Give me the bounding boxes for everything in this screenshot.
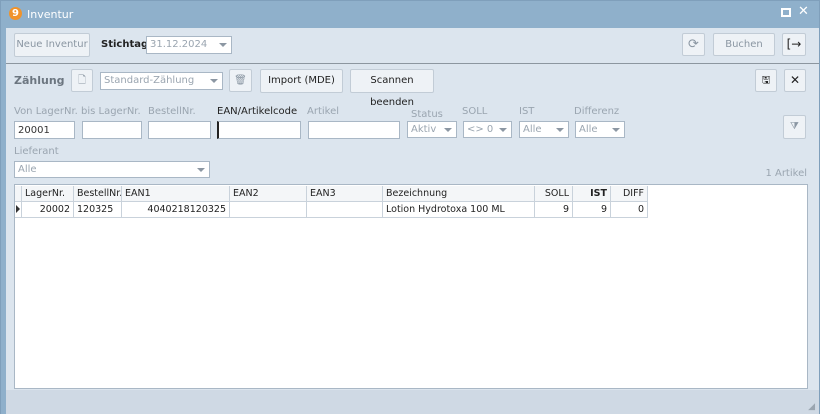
inventory-table[interactable]: LagerNr. BestellNr. EAN1 EAN2 EAN3 Bezei… xyxy=(14,184,808,389)
header-bestellnr[interactable]: BestellNr. xyxy=(74,186,122,202)
refresh-icon: ⟳ xyxy=(688,37,699,52)
count-type-select[interactable]: Standard-Zählung xyxy=(100,72,223,90)
chevron-down-icon xyxy=(219,43,227,47)
status-select[interactable]: Aktiv xyxy=(407,121,457,138)
separator xyxy=(6,63,819,64)
cell-ean3 xyxy=(307,202,383,218)
cell-ean1: 4040218120325 xyxy=(122,202,230,218)
header-ist[interactable]: IST xyxy=(573,186,611,202)
status-label: Status xyxy=(411,109,443,120)
cell-soll: 9 xyxy=(535,202,573,218)
lieferant-label: Lieferant xyxy=(14,146,59,157)
cell-diff: 0 xyxy=(611,202,648,218)
stichtag-value: 31.12.2024 xyxy=(150,39,208,50)
inventur-window: 9 Inventur ✕ Neue Inventur Stichtag: 31.… xyxy=(0,0,820,414)
header-diff[interactable]: DIFF xyxy=(611,186,648,202)
header-lagernr[interactable]: LagerNr. xyxy=(22,186,74,202)
count-type-value: Standard-Zählung xyxy=(104,75,195,86)
left-edge xyxy=(1,28,6,414)
bestellnr-input[interactable] xyxy=(148,121,211,139)
lieferant-select[interactable]: Alle xyxy=(14,161,210,178)
ean-label: EAN/Artikelcode xyxy=(217,106,298,117)
differenz-select[interactable]: Alle xyxy=(575,121,625,138)
count-label: Zählung xyxy=(14,74,65,87)
differenz-value: Alle xyxy=(579,124,598,135)
header-bezeichnung[interactable]: Bezeichnung xyxy=(383,186,535,202)
ist-value: Alle xyxy=(523,124,542,135)
soll-label: SOLL xyxy=(462,106,488,117)
lieferant-value: Alle xyxy=(18,164,37,175)
von-lagernr-label: Von LagerNr. xyxy=(14,106,78,117)
ist-label: IST xyxy=(519,106,535,117)
close-count-button[interactable]: ✕ xyxy=(784,69,806,92)
header-ean2[interactable]: EAN2 xyxy=(230,186,307,202)
stichtag-label: Stichtag: xyxy=(101,39,153,50)
chevron-down-icon xyxy=(612,128,620,132)
book-button[interactable]: Buchen xyxy=(713,33,775,56)
resize-grip-icon[interactable]: ◢ xyxy=(808,402,815,412)
new-document-icon: 🗋 xyxy=(77,75,87,86)
app-logo: 9 xyxy=(9,7,22,20)
new-count-button[interactable]: 🗋 xyxy=(71,69,93,92)
differenz-label: Differenz xyxy=(574,106,620,117)
close-icon: ✕ xyxy=(789,73,801,87)
cell-ist[interactable]: 9 xyxy=(573,202,611,218)
maximize-icon[interactable] xyxy=(781,8,791,17)
ist-select[interactable]: Alle xyxy=(519,121,569,138)
clear-filter-button[interactable]: ⧩ xyxy=(783,115,806,139)
exit-button[interactable]: [→ xyxy=(782,33,806,56)
new-inventory-button[interactable]: Neue Inventur xyxy=(14,33,90,57)
stichtag-date-picker[interactable]: 31.12.2024 xyxy=(146,36,232,54)
header-soll[interactable]: SOLL xyxy=(535,186,573,202)
filter-clear-icon: ⧩ xyxy=(790,121,799,132)
row-indicator-header xyxy=(15,186,22,202)
trash-icon: 🗑 xyxy=(234,75,247,86)
ean-input[interactable] xyxy=(217,121,301,139)
chevron-down-icon xyxy=(444,128,452,132)
article-count: 1 Artikel xyxy=(765,168,807,179)
bestellnr-label: BestellNr. xyxy=(148,106,196,117)
import-mde-button[interactable]: Import (MDE) xyxy=(260,69,343,93)
cell-bestellnr: 120325 xyxy=(74,202,122,218)
cell-ean2 xyxy=(230,202,307,218)
bis-lagernr-input[interactable] xyxy=(82,121,142,139)
chevron-down-icon xyxy=(556,128,564,132)
refresh-button[interactable]: ⟳ xyxy=(682,33,705,56)
close-window-icon[interactable]: ✕ xyxy=(798,4,809,19)
chevron-down-icon xyxy=(499,128,507,132)
chevron-down-icon xyxy=(210,79,218,83)
artikel-input[interactable] xyxy=(308,121,400,139)
row-indicator-icon xyxy=(15,202,22,218)
von-lagernr-input[interactable]: 20001 xyxy=(14,121,75,139)
cell-bezeichnung: Lotion Hydrotoxa 100 ML xyxy=(383,202,535,218)
header-ean1[interactable]: EAN1 xyxy=(122,186,230,202)
soll-value: <> 0 xyxy=(467,124,494,135)
exit-icon: [→ xyxy=(786,37,802,51)
cell-lagernr: 20002 xyxy=(22,202,74,218)
save-button[interactable]: 🖫 xyxy=(755,69,777,92)
header-ean3[interactable]: EAN3 xyxy=(307,186,383,202)
status-bar: ◢ xyxy=(6,390,819,414)
artikel-label: Artikel xyxy=(307,106,340,117)
title-bar: 9 Inventur ✕ xyxy=(1,1,819,28)
delete-count-button[interactable]: 🗑 xyxy=(229,69,252,92)
soll-select[interactable]: <> 0 xyxy=(463,121,512,138)
chevron-down-icon xyxy=(197,168,205,172)
window-title: Inventur xyxy=(27,8,74,21)
status-value: Aktiv xyxy=(411,124,437,135)
stop-scan-button[interactable]: Scannen beenden xyxy=(350,69,434,108)
save-icon: 🖫 xyxy=(761,75,771,86)
bis-lagernr-label: bis LagerNr. xyxy=(81,106,141,117)
